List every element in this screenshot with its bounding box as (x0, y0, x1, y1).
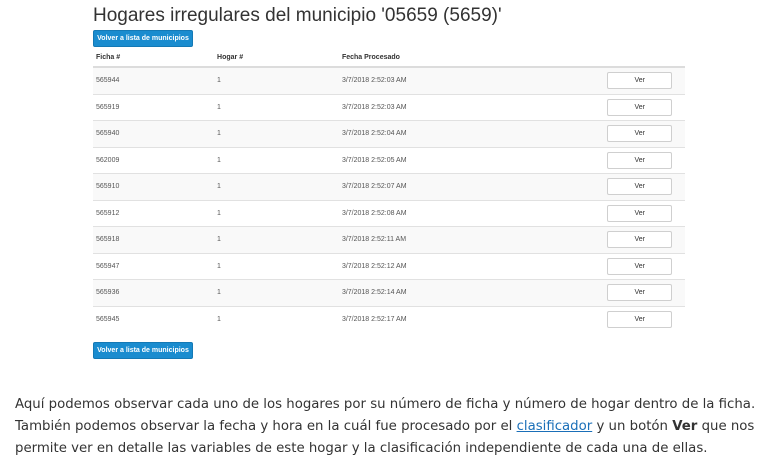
cell-actions: Ver (607, 226, 685, 253)
header-hogar: Hogar # (214, 48, 339, 68)
header-ficha: Ficha # (93, 48, 215, 68)
cell-hogar: 1 (214, 279, 339, 306)
table-header-row: Ficha # Hogar # Fecha Procesado (93, 48, 685, 68)
cell-hogar: 1 (214, 305, 339, 332)
table-body: 565944 1 3/7/2018 2:52:03 AM Ver 565919 1 3/7/… (93, 66, 685, 332)
cell-hogar: 1 (214, 66, 339, 94)
description-text-2: y un botón (592, 419, 673, 434)
cell-actions: Ver (607, 305, 685, 332)
cell-fecha-procesado: 3/7/2018 2:52:11 AM (338, 226, 608, 253)
ver-button[interactable]: Ver (607, 257, 673, 275)
table-row: 562009 1 3/7/2018 2:52:05 AM Ver (93, 146, 685, 174)
cell-ficha: 565919 (93, 93, 215, 121)
cell-hogar: 1 (214, 173, 339, 200)
cell-ficha: 565944 (93, 66, 215, 94)
cell-ficha: 562009 (93, 146, 215, 174)
cell-ficha: 565912 (93, 199, 215, 227)
cell-actions: Ver (607, 173, 685, 200)
description-bold-ver: Ver (672, 419, 698, 434)
cell-fecha-procesado: 3/7/2018 2:52:12 AM (338, 252, 608, 280)
page-title: Hogares irregulares del municipio '05659… (93, 5, 502, 26)
cell-hogar: 1 (214, 93, 339, 121)
ver-button[interactable]: Ver (607, 98, 673, 116)
cell-actions: Ver (607, 252, 685, 280)
table-row: 565918 1 3/7/2018 2:52:11 AM Ver (93, 226, 685, 253)
cell-ficha: 565945 (93, 305, 215, 332)
table-row: 565910 1 3/7/2018 2:52:07 AM Ver (93, 173, 685, 200)
description-paragraph: Aquí podemos observar cada uno de los ho… (15, 394, 770, 460)
ver-button[interactable]: Ver (607, 151, 673, 169)
cell-fecha-procesado: 3/7/2018 2:52:04 AM (338, 120, 608, 147)
cell-hogar: 1 (214, 226, 339, 253)
cell-ficha: 565940 (93, 120, 215, 147)
ver-button[interactable]: Ver (607, 231, 673, 249)
header-actions (607, 48, 685, 68)
cell-fecha-procesado: 3/7/2018 2:52:03 AM (338, 66, 608, 94)
cell-hogar: 1 (214, 199, 339, 227)
table-row: 565940 1 3/7/2018 2:52:04 AM Ver (93, 120, 685, 147)
clasificador-link[interactable]: clasificador (517, 419, 593, 434)
table-row: 565945 1 3/7/2018 2:52:17 AM Ver (93, 305, 685, 332)
table-row: 565947 1 3/7/2018 2:52:12 AM Ver (93, 252, 685, 280)
ver-button[interactable]: Ver (607, 284, 673, 302)
cell-ficha: 565918 (93, 226, 215, 253)
cell-actions: Ver (607, 146, 685, 174)
cell-actions: Ver (607, 199, 685, 227)
cell-actions: Ver (607, 93, 685, 121)
ver-button[interactable]: Ver (607, 72, 673, 90)
cell-ficha: 565936 (93, 279, 215, 306)
ver-button[interactable]: Ver (607, 125, 673, 143)
cell-fecha-procesado: 3/7/2018 2:52:17 AM (338, 305, 608, 332)
cell-fecha-procesado: 3/7/2018 2:52:08 AM (338, 199, 608, 227)
back-to-municipalities-button-bottom[interactable]: Volver a lista de municipios (93, 342, 193, 359)
cell-fecha-procesado: 3/7/2018 2:52:14 AM (338, 279, 608, 306)
cell-hogar: 1 (214, 252, 339, 280)
cell-hogar: 1 (214, 146, 339, 174)
back-to-municipalities-button-top[interactable]: Volver a lista de municipios (93, 30, 193, 47)
table-row: 565912 1 3/7/2018 2:52:08 AM Ver (93, 199, 685, 227)
cell-actions: Ver (607, 120, 685, 147)
table-row: 565936 1 3/7/2018 2:52:14 AM Ver (93, 279, 685, 306)
ver-button[interactable]: Ver (607, 178, 673, 196)
cell-ficha: 565910 (93, 173, 215, 200)
cell-hogar: 1 (214, 120, 339, 147)
cell-ficha: 565947 (93, 252, 215, 280)
cell-fecha-procesado: 3/7/2018 2:52:03 AM (338, 93, 608, 121)
cell-fecha-procesado: 3/7/2018 2:52:07 AM (338, 173, 608, 200)
table-row: 565919 1 3/7/2018 2:52:03 AM Ver (93, 93, 685, 121)
ver-button[interactable]: Ver (607, 204, 673, 222)
ver-button[interactable]: Ver (607, 310, 673, 328)
cell-fecha-procesado: 3/7/2018 2:52:05 AM (338, 146, 608, 174)
households-table: Ficha # Hogar # Fecha Procesado 565944 1 3… (93, 48, 685, 332)
table-row: 565944 1 3/7/2018 2:52:03 AM Ver (93, 66, 685, 94)
header-fecha-procesado: Fecha Procesado (338, 48, 608, 68)
cell-actions: Ver (607, 279, 685, 306)
cell-actions: Ver (607, 66, 685, 94)
